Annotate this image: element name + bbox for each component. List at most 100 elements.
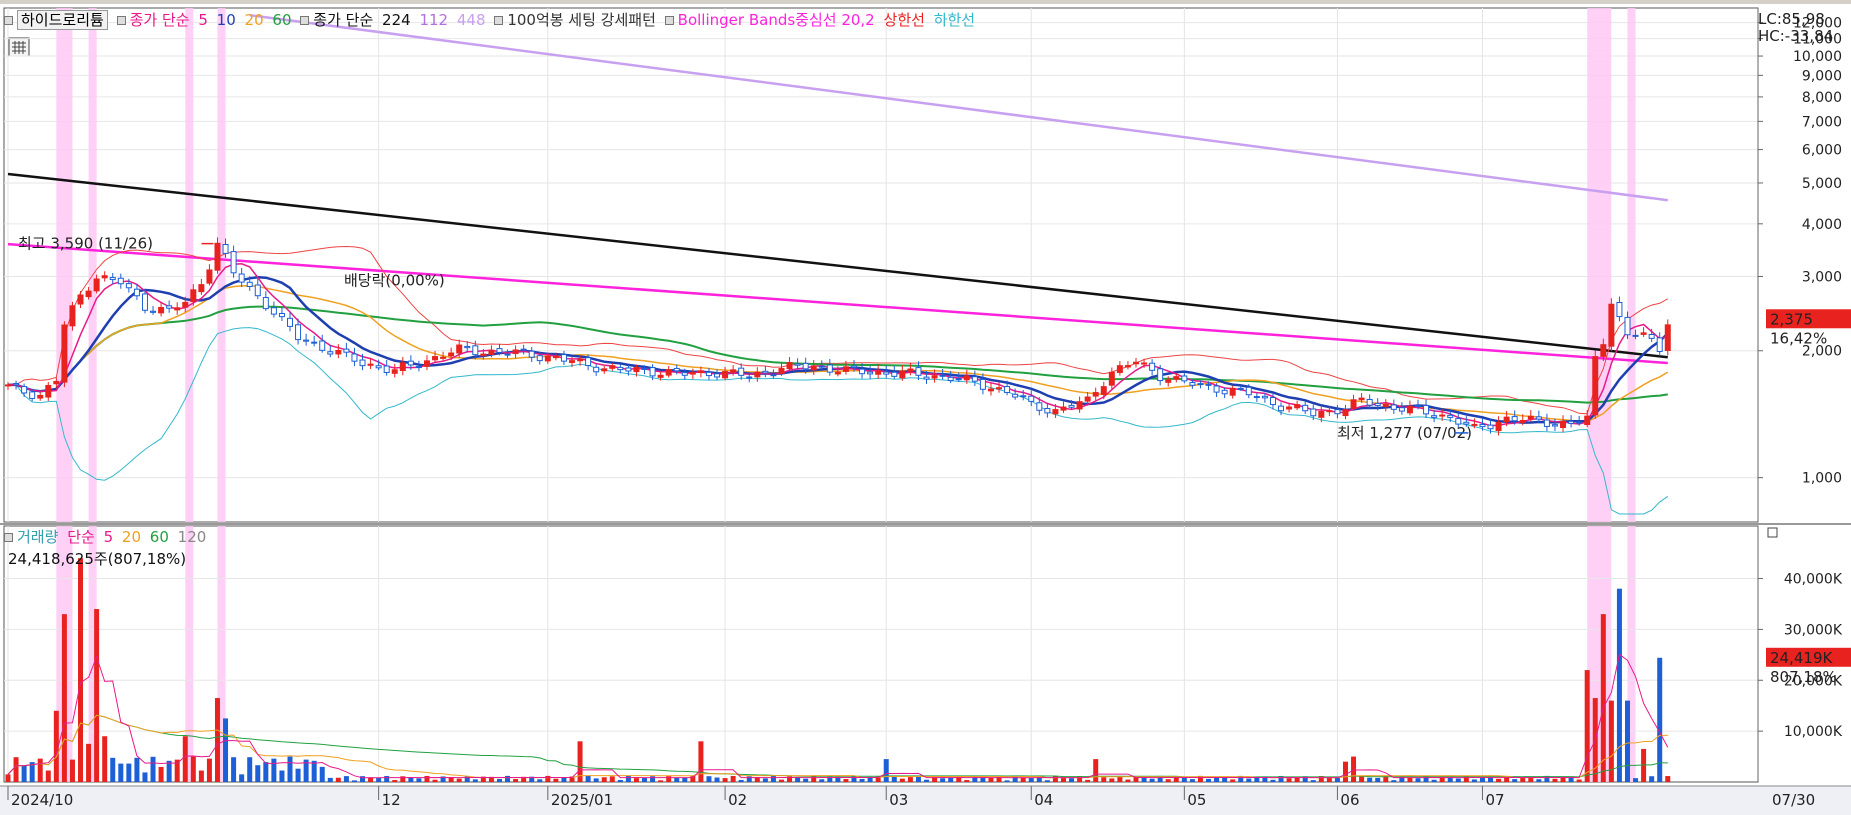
volume-bar xyxy=(13,757,19,782)
legend-toggle-icon[interactable] xyxy=(664,16,674,25)
candle-body xyxy=(512,349,519,355)
candle-body xyxy=(1527,415,1534,420)
candle-body xyxy=(1584,415,1591,426)
legend-volume: 거래량 xyxy=(17,528,59,546)
candle-body xyxy=(464,345,471,349)
candle-body xyxy=(1624,316,1631,336)
volume-bar xyxy=(1206,778,1212,782)
volume-bar xyxy=(496,778,502,782)
candle-body xyxy=(1640,332,1647,335)
volume-bar xyxy=(819,779,825,782)
candle-body xyxy=(1471,423,1478,426)
candle-body xyxy=(681,372,688,376)
candle-body xyxy=(93,278,100,292)
volume-bar xyxy=(1028,777,1034,782)
volume-bar xyxy=(1109,778,1115,782)
legend-toggle-icon[interactable] xyxy=(494,16,504,25)
volume-bar xyxy=(424,775,430,782)
candle-body xyxy=(423,360,430,367)
volume-bar xyxy=(1069,778,1075,782)
legend-toggle-icon[interactable] xyxy=(300,16,310,25)
candle-body xyxy=(859,368,866,375)
legend-toggle-icon[interactable] xyxy=(116,16,126,25)
candle-body xyxy=(1269,397,1276,406)
stock-chart-canvas[interactable]: 2024/10 12 2025/01 02 03 04 05 06 071,0002,0003,… xyxy=(0,0,1851,815)
candle-body xyxy=(1439,414,1446,417)
highlight-band xyxy=(1587,8,1612,522)
volume-bar xyxy=(843,779,849,782)
candle-body xyxy=(1551,424,1558,427)
candle-body xyxy=(528,350,535,358)
volume-bar xyxy=(78,558,84,782)
candle-body xyxy=(311,341,318,344)
volume-bar xyxy=(69,759,75,782)
last-price-pct: 16,42% xyxy=(1770,329,1827,347)
candle-body xyxy=(1310,408,1317,417)
candle-body xyxy=(996,387,1003,390)
legend-ma5: 5 xyxy=(198,11,208,29)
volume-pane xyxy=(3,525,1759,783)
candle-body xyxy=(343,348,350,353)
volume-bar xyxy=(658,780,664,782)
volume-bar xyxy=(1576,779,1582,782)
candle-body xyxy=(1060,406,1067,411)
candle-body xyxy=(947,376,954,381)
candle-body xyxy=(1560,421,1567,428)
legend-ma10: 10 xyxy=(216,11,236,29)
legend-toggle-icon[interactable] xyxy=(4,533,13,542)
candle-body xyxy=(802,362,809,370)
candle-body xyxy=(971,376,978,382)
volume-bar xyxy=(247,757,253,782)
candle-body xyxy=(625,367,632,372)
volume-bar xyxy=(770,775,776,782)
candle-body xyxy=(1632,334,1639,337)
candle-body xyxy=(722,371,729,379)
volume-bar xyxy=(190,756,196,782)
candle-body xyxy=(351,353,358,362)
volume-bar xyxy=(593,778,599,782)
x-tick-label: 12 xyxy=(382,791,401,809)
candle-body xyxy=(1245,386,1252,396)
volume-bar xyxy=(851,775,857,782)
candle-body xyxy=(448,352,455,357)
candle-body xyxy=(1415,404,1421,407)
candle-body xyxy=(979,378,986,390)
candle-body xyxy=(1124,365,1131,368)
stock-name[interactable]: 하이드로리튬 xyxy=(17,10,108,30)
legend-toggle-icon[interactable] xyxy=(4,16,13,25)
volume-bar xyxy=(351,780,357,782)
x-tick-label: 07 xyxy=(1485,791,1504,809)
candle-body xyxy=(1600,344,1607,357)
volume-bar xyxy=(1230,779,1236,782)
candle-body xyxy=(1149,362,1156,371)
candle-body xyxy=(714,373,721,378)
candle-body xyxy=(1374,402,1381,406)
candle-body xyxy=(327,351,334,355)
candle-body xyxy=(166,305,173,309)
volume-close-icon[interactable] xyxy=(1767,527,1778,538)
volume-bar xyxy=(980,778,986,782)
candle-body xyxy=(810,365,817,371)
candle-body xyxy=(1503,416,1510,423)
highlight-band xyxy=(185,8,194,522)
candle-body xyxy=(432,356,439,361)
volume-bar xyxy=(1165,779,1171,782)
volume-bar xyxy=(730,776,736,782)
candle-body xyxy=(1495,421,1502,432)
date-label: 07/30 xyxy=(1772,791,1815,809)
volume-bar xyxy=(625,776,631,782)
volume-bar xyxy=(311,760,317,782)
candle-body xyxy=(270,307,277,315)
candle-body xyxy=(359,359,366,367)
volume-bar xyxy=(1310,780,1316,782)
candle-body xyxy=(206,269,213,284)
volume-bar xyxy=(214,698,220,782)
candle-body xyxy=(891,371,898,377)
legend-upper: 상한선 xyxy=(883,11,925,29)
volume-bar xyxy=(416,778,422,782)
candle-body xyxy=(673,367,680,372)
candle-body xyxy=(504,353,511,356)
volume-bar xyxy=(158,766,164,782)
legend-volume-ma: 단순 xyxy=(67,528,95,546)
volume-bar xyxy=(1060,777,1066,782)
